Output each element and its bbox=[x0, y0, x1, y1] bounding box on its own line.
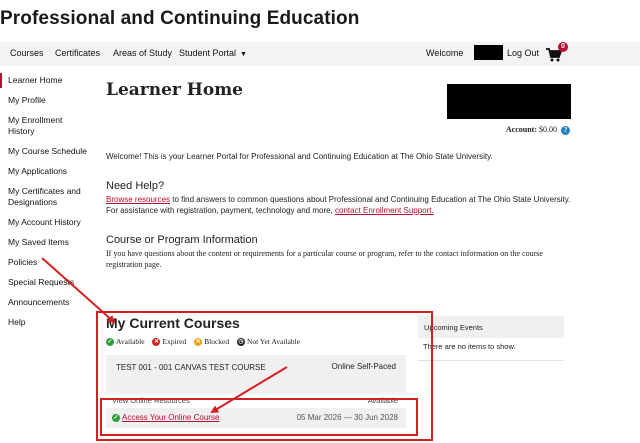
annotation-arrows bbox=[41, 257, 288, 414]
annotation-arrow-1 bbox=[41, 257, 116, 324]
annotation-arrow-2 bbox=[210, 366, 288, 414]
